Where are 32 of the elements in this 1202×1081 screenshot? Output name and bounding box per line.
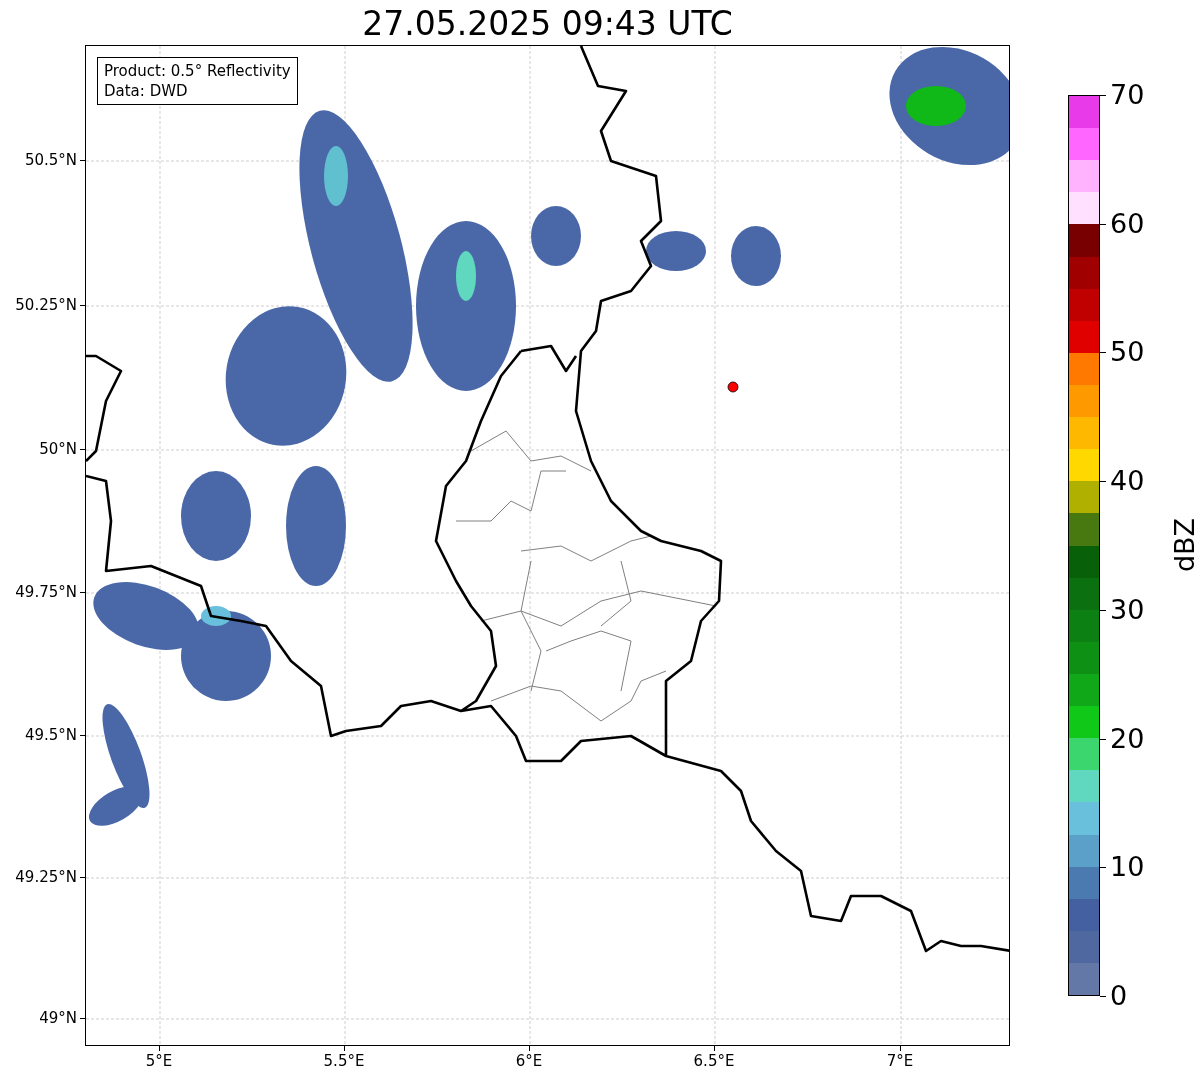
colorbar-tick-label: 70 xyxy=(1110,80,1145,110)
axis-tick-label: 50.25°N xyxy=(15,296,77,314)
axis-tick-label: 49.5°N xyxy=(24,726,77,744)
colorbar-label: dBZ xyxy=(1170,517,1201,573)
tick-mark xyxy=(1100,352,1106,354)
tick-mark xyxy=(1100,996,1106,997)
info-text: Product: 0.5° Reflectivity xyxy=(104,61,291,81)
colorbar-tick-label: 50 xyxy=(1110,337,1145,368)
chart-title: 27.05.2025 09:43 UTC xyxy=(361,4,734,44)
axis-tick-label: 50°N xyxy=(39,440,77,458)
axis-tick-label: 5°E xyxy=(145,1052,173,1070)
tick-mark xyxy=(1100,609,1106,611)
tick-mark xyxy=(1100,867,1106,869)
tick-mark xyxy=(1100,95,1106,96)
colorbar-tick-label: 40 xyxy=(1110,466,1145,497)
colorbar-tick-label: 60 xyxy=(1110,208,1145,239)
axis-tick-label: 49°N xyxy=(39,1009,77,1027)
tick-mark xyxy=(1100,223,1106,225)
colorbar-tick-label: 10 xyxy=(1110,852,1145,883)
axis-tick-label: 6°E xyxy=(515,1052,543,1070)
axis-tick-label: 49.25°N xyxy=(15,868,77,886)
colorbar-tick-label: 0 xyxy=(1110,981,1128,1011)
colorbar-tick-label: 20 xyxy=(1110,723,1145,754)
axis-tick-label: 50.5°N xyxy=(24,151,77,169)
axis-tick-label: 6.5°E xyxy=(693,1052,735,1070)
tick-mark xyxy=(1100,481,1106,483)
axis-tick-label: 5.5°E xyxy=(323,1052,365,1070)
tick-mark xyxy=(1100,738,1106,740)
axis-tick-label: 7°E xyxy=(886,1052,914,1070)
axis-tick-label: 49.75°N xyxy=(15,583,77,601)
info-text: Data: DWD xyxy=(104,81,189,101)
colorbar-tick-label: 30 xyxy=(1110,594,1145,625)
